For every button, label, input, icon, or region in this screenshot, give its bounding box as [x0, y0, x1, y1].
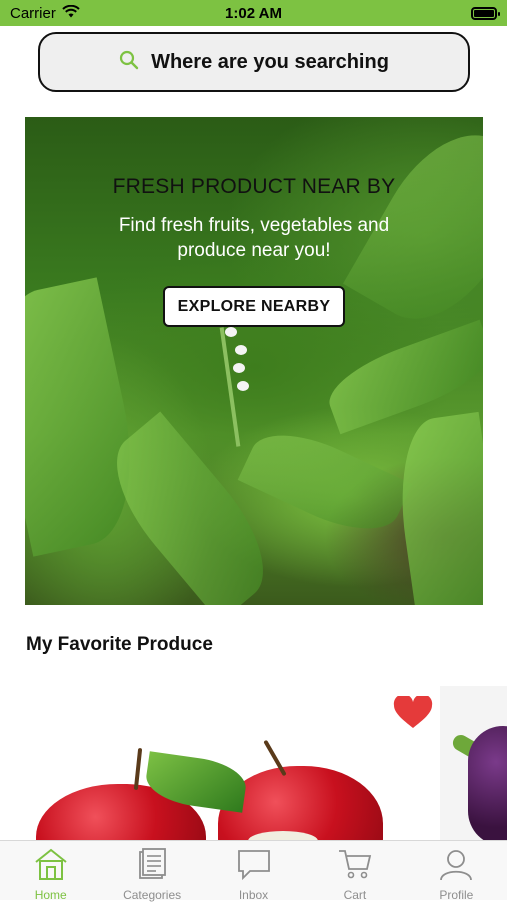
produce-card[interactable]	[440, 686, 507, 840]
home-icon	[33, 847, 69, 886]
tab-home[interactable]: Home	[0, 841, 101, 902]
explore-nearby-button[interactable]: EXPLORE NEARBY	[163, 286, 345, 327]
wifi-icon	[62, 4, 80, 22]
favorite-heart-icon[interactable]	[393, 694, 433, 735]
tab-bar: Home Categories Inbox Cart Profile	[0, 840, 507, 902]
tab-cart[interactable]: Cart	[304, 841, 405, 902]
search-placeholder: Where are you searching	[151, 50, 389, 73]
tab-inbox[interactable]: Inbox	[203, 841, 304, 902]
produce-card[interactable]	[18, 686, 433, 840]
status-bar: Carrier 1:02 AM	[0, 0, 507, 26]
tab-profile[interactable]: Profile	[406, 841, 507, 902]
cart-icon	[337, 847, 373, 886]
inbox-icon	[236, 847, 272, 886]
hero-title: FRESH PRODUCT NEAR BY	[112, 175, 396, 198]
battery-icon	[471, 6, 500, 20]
tab-categories[interactable]: Categories	[101, 841, 202, 902]
carrier-label: Carrier	[10, 4, 56, 22]
status-left: Carrier	[10, 4, 80, 22]
categories-icon	[134, 847, 170, 886]
hero-subtitle: Find fresh fruits, vegetables and produc…	[118, 215, 390, 261]
hero-banner: FRESH PRODUCT NEAR BY Find fresh fruits,…	[25, 117, 483, 605]
search-input[interactable]: Where are you searching	[38, 32, 470, 92]
profile-icon	[438, 847, 474, 886]
favorites-carousel[interactable]	[0, 686, 507, 840]
search-icon	[119, 50, 139, 75]
favorites-title: My Favorite Produce	[26, 634, 213, 655]
